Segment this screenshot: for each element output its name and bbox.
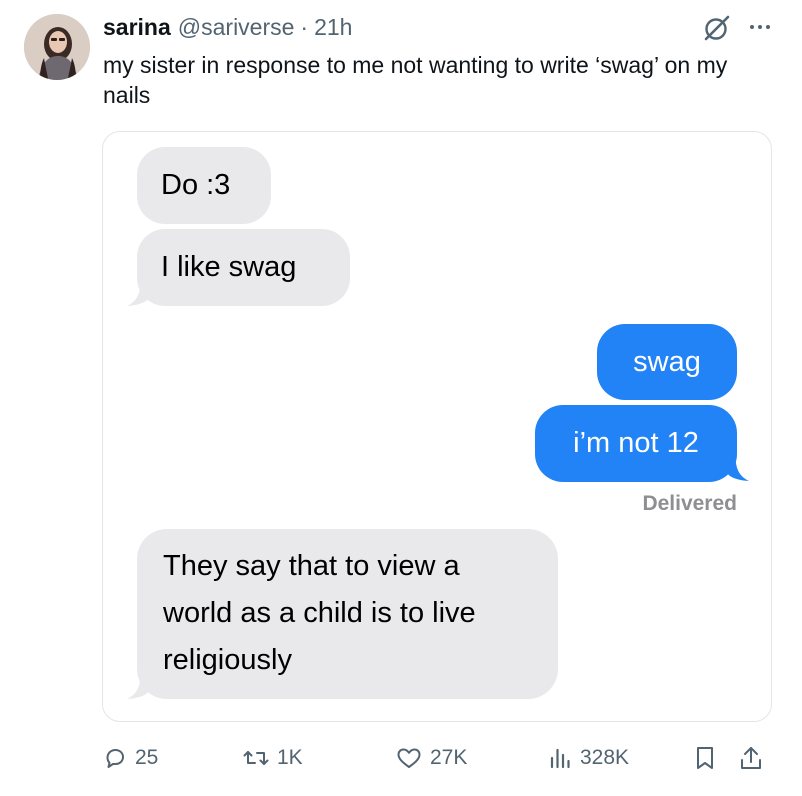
- share-icon: [741, 747, 761, 769]
- separator-dot: ·: [300, 13, 309, 40]
- repost-button[interactable]: 1K: [243, 742, 303, 774]
- author-name[interactable]: sarina: [103, 14, 171, 41]
- message-bubble-outgoing: swag: [597, 324, 737, 400]
- message-bubble-incoming: They say that to view a world as a child…: [137, 529, 558, 699]
- reply-button[interactable]: 25: [103, 742, 158, 774]
- bookmark-button[interactable]: [693, 742, 717, 774]
- more-dot: [766, 25, 770, 29]
- delivered-status: Delivered: [642, 492, 737, 515]
- author-handle[interactable]: @sariverse: [178, 14, 295, 41]
- message-bubble-incoming: I like swag: [137, 229, 350, 306]
- bookmark-icon: [697, 747, 713, 769]
- more-icon[interactable]: [745, 14, 775, 40]
- like-count: 27K: [430, 746, 468, 769]
- more-dot: [750, 25, 754, 29]
- like-button[interactable]: 27K: [396, 742, 467, 774]
- views-button[interactable]: 328K: [548, 742, 629, 774]
- message-screenshot[interactable]: Do :3 I like swag swag i’m not 12 Delive…: [102, 131, 772, 722]
- like-icon: [397, 748, 421, 768]
- reply-icon: [106, 749, 124, 768]
- reply-count: 25: [135, 746, 159, 769]
- repost-icon: [243, 751, 269, 765]
- message-bubble-outgoing: i’m not 12: [535, 405, 737, 482]
- share-button[interactable]: [739, 742, 763, 774]
- grok-icon[interactable]: [703, 14, 731, 42]
- message-bubble-incoming: Do :3: [137, 147, 271, 224]
- tweet-header: sarina @sariverse · 21h: [103, 12, 352, 42]
- more-dot: [758, 25, 762, 29]
- timestamp[interactable]: 21h: [314, 14, 352, 41]
- tweet: sarina @sariverse · 21h my sister in res…: [0, 0, 802, 796]
- repost-count: 1K: [277, 746, 303, 769]
- avatar[interactable]: [24, 14, 90, 80]
- action-bar: 25 1K 27K 328K: [103, 742, 775, 774]
- views-count: 328K: [580, 746, 630, 769]
- tweet-text: my sister in response to me not wanting …: [103, 52, 728, 108]
- views-icon: [550, 748, 570, 769]
